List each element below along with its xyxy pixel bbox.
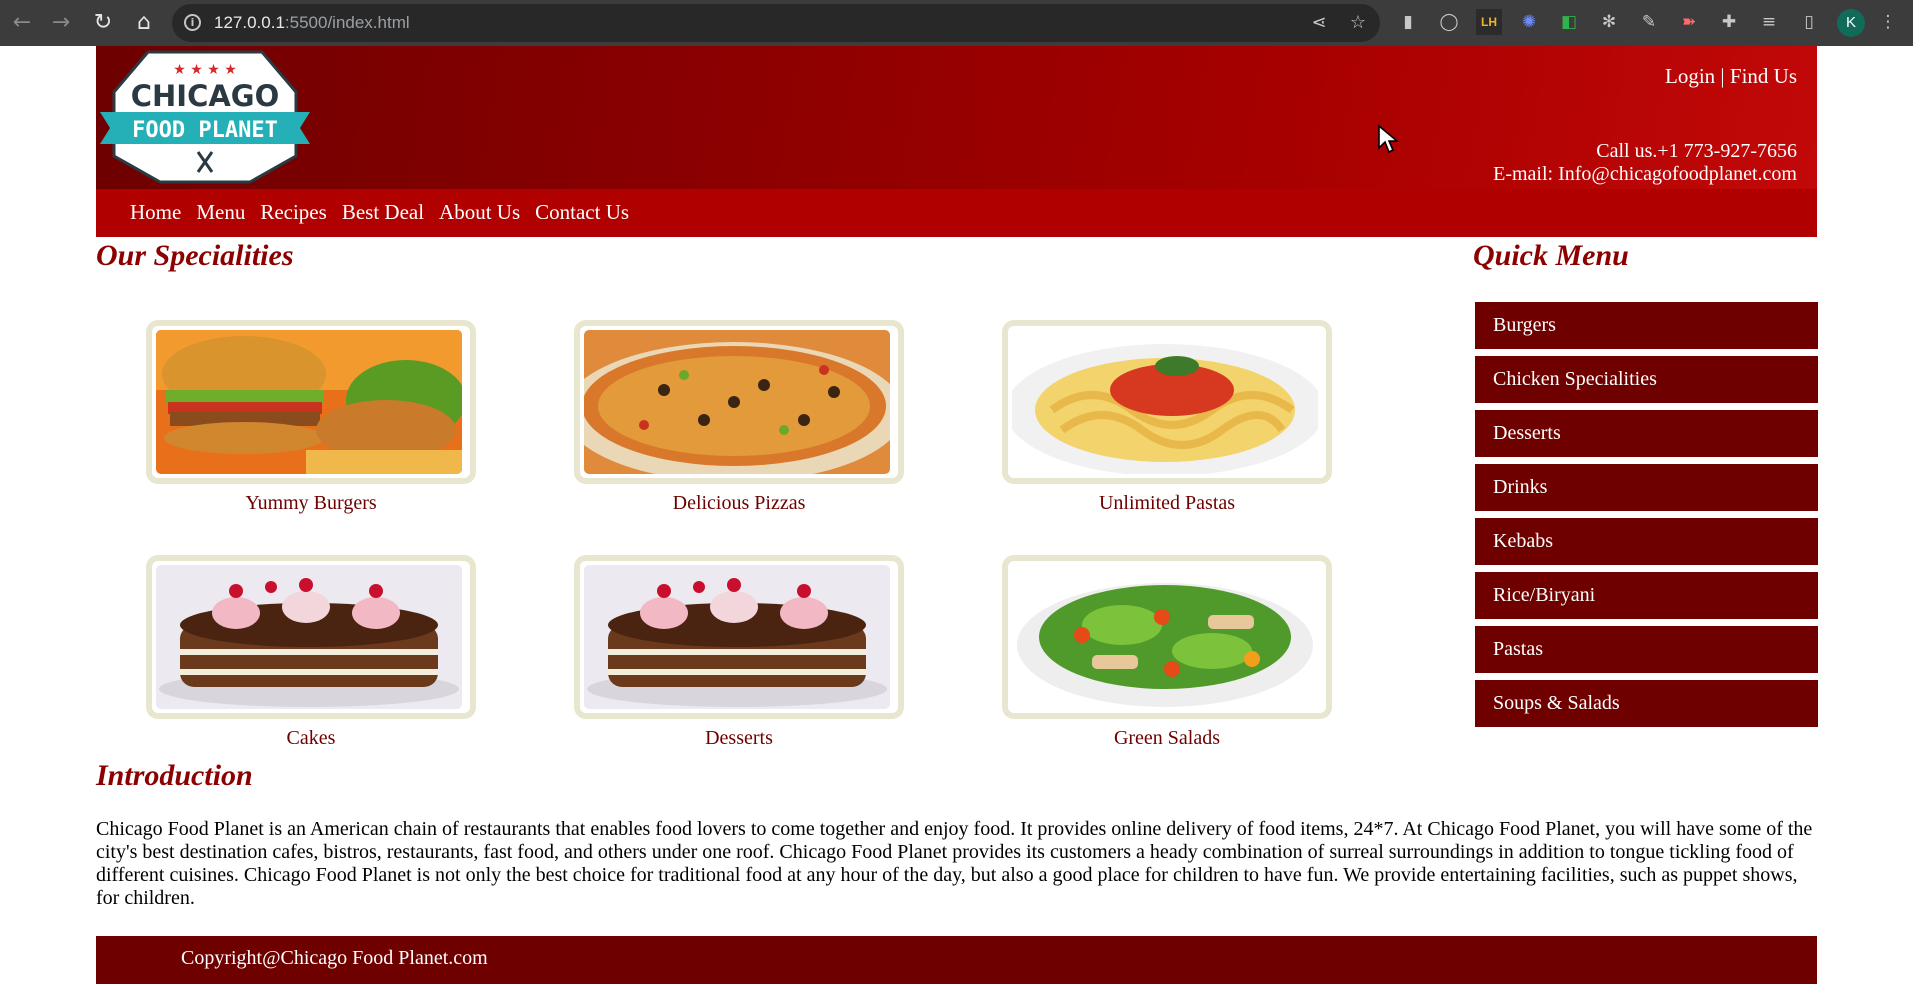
copyright-text: Copyright@Chicago Food Planet.com [181, 947, 488, 969]
link-separator: | [1720, 64, 1725, 88]
share-icon[interactable]: ⋖ [1308, 12, 1330, 34]
quick-menu-item-rice-biryani[interactable]: Rice/Biryani [1475, 572, 1818, 619]
extension-lighthouse-icon[interactable]: LH [1476, 9, 1502, 35]
phone-text: Call us.+1 773-927-7656 [1596, 140, 1797, 162]
extension-snowflake-icon[interactable]: ✻ [1596, 9, 1622, 35]
speciality-card-cakes[interactable]: Cakes [146, 555, 476, 750]
speciality-caption: Desserts [705, 727, 773, 749]
profile-avatar[interactable]: K [1837, 9, 1865, 37]
extension-analytics-icon[interactable]: ▮ [1395, 9, 1421, 35]
url-host: 127.0.0.1 [214, 13, 285, 32]
speciality-card-salads[interactable]: Green Salads [1002, 555, 1332, 750]
nav-item-about-us[interactable]: About Us [439, 200, 520, 225]
nav-item-recipes[interactable]: Recipes [260, 200, 326, 225]
quick-menu-item-chicken-specialities[interactable]: Chicken Specialities [1475, 356, 1818, 403]
quick-menu-item-soups-salads[interactable]: Soups & Salads [1475, 680, 1818, 727]
quick-menu-item-desserts[interactable]: Desserts [1475, 410, 1818, 457]
speciality-caption: Cakes [286, 727, 336, 749]
cake-image[interactable] [156, 565, 462, 709]
url-path: :5500/index.html [284, 13, 410, 32]
site-footer: Copyright@Chicago Food Planet.com [96, 936, 1817, 984]
header-top-links: Login | Find Us [1665, 64, 1797, 89]
site-header: ★ ★ ★ ★ CHICAGO FOOD PLANET Login | Find… [96, 46, 1817, 189]
introduction-heading: Introduction [96, 759, 253, 792]
find-us-link[interactable]: Find Us [1730, 64, 1797, 88]
nav-item-menu[interactable]: Menu [196, 200, 245, 225]
quick-menu-item-pastas[interactable]: Pastas [1475, 626, 1818, 673]
contact-info: Call us.+1 773-927-7656 E-mail: Info@chi… [1493, 140, 1797, 186]
browser-toolbar: ← → ↻ ⌂ i 127.0.0.1:5500/index.html ⋖ ☆ … [0, 0, 1913, 46]
quick-menu-item-drinks[interactable]: Drinks [1475, 464, 1818, 511]
email-text: E-mail: Info@chicagofoodplanet.com [1493, 163, 1797, 185]
forward-arrow-icon[interactable]: → [47, 9, 75, 37]
quick-menu-item-burgers[interactable]: Burgers [1475, 302, 1818, 349]
extensions-puzzle-icon[interactable]: ✚ [1716, 9, 1742, 35]
nav-item-best-deal[interactable]: Best Deal [342, 200, 424, 225]
image-frame [1002, 320, 1332, 484]
quick-menu-heading: Quick Menu [1473, 239, 1629, 272]
nav-item-contact-us[interactable]: Contact Us [535, 200, 629, 225]
browser-menu-icon[interactable]: ⋮ [1875, 9, 1901, 35]
burger-image[interactable] [156, 330, 462, 474]
bookmark-star-icon[interactable]: ☆ [1347, 12, 1369, 34]
cake-image[interactable] [584, 565, 890, 709]
address-bar[interactable]: i 127.0.0.1:5500/index.html ⋖ ☆ [172, 4, 1380, 42]
site-info-icon[interactable]: i [184, 14, 201, 31]
image-frame [574, 555, 904, 719]
extension-comment-icon[interactable]: ◧ [1556, 9, 1582, 35]
main-navigation: Home Menu Recipes Best Deal About Us Con… [96, 189, 1817, 237]
image-frame [1002, 555, 1332, 719]
quick-menu-item-kebabs[interactable]: Kebabs [1475, 518, 1818, 565]
reading-list-icon[interactable]: ≡ [1756, 9, 1782, 35]
home-icon[interactable]: ⌂ [130, 9, 158, 37]
extension-pen-icon[interactable]: ✎ [1636, 9, 1662, 35]
image-frame [574, 320, 904, 484]
image-frame [146, 555, 476, 719]
introduction-text: Chicago Food Planet is an American chain… [96, 818, 1813, 909]
url-text[interactable]: 127.0.0.1:5500/index.html [214, 13, 410, 33]
speciality-caption: Green Salads [1113, 727, 1221, 749]
pasta-image[interactable] [1012, 330, 1318, 474]
logo-line-chicago: CHICAGO [131, 79, 280, 113]
speciality-card-pizzas[interactable]: Delicious Pizzas [574, 320, 904, 515]
side-panel-icon[interactable]: ▯ [1796, 9, 1822, 35]
nav-item-home[interactable]: Home [130, 200, 181, 225]
extension-circle-icon[interactable]: ◯ [1436, 9, 1462, 35]
logo-line-food-planet: FOOD PLANET [132, 118, 278, 143]
speciality-caption: Yummy Burgers [245, 492, 377, 514]
extension-arrow-icon[interactable]: ➽ [1676, 9, 1702, 35]
reload-icon[interactable]: ↻ [89, 9, 117, 37]
salad-image[interactable] [1012, 565, 1318, 709]
back-arrow-icon[interactable]: ← [8, 9, 36, 37]
speciality-card-desserts[interactable]: Desserts [574, 555, 904, 750]
speciality-card-burgers[interactable]: Yummy Burgers [146, 320, 476, 515]
pizza-image[interactable] [584, 330, 890, 474]
image-frame [146, 320, 476, 484]
extension-react-icon[interactable]: ✺ [1516, 9, 1542, 35]
speciality-caption: Unlimited Pastas [1098, 492, 1236, 514]
logo-stars: ★ ★ ★ ★ [173, 62, 237, 78]
speciality-card-pastas[interactable]: Unlimited Pastas [1002, 320, 1332, 515]
login-link[interactable]: Login [1665, 64, 1715, 88]
chicago-food-planet-logo[interactable]: ★ ★ ★ ★ CHICAGO FOOD PLANET [100, 48, 310, 186]
mouse-cursor-icon [1378, 124, 1399, 154]
specialities-heading: Our Specialities [96, 239, 294, 272]
quick-menu-list: Burgers Chicken Specialities Desserts Dr… [1475, 302, 1818, 734]
speciality-caption: Delicious Pizzas [672, 492, 806, 514]
